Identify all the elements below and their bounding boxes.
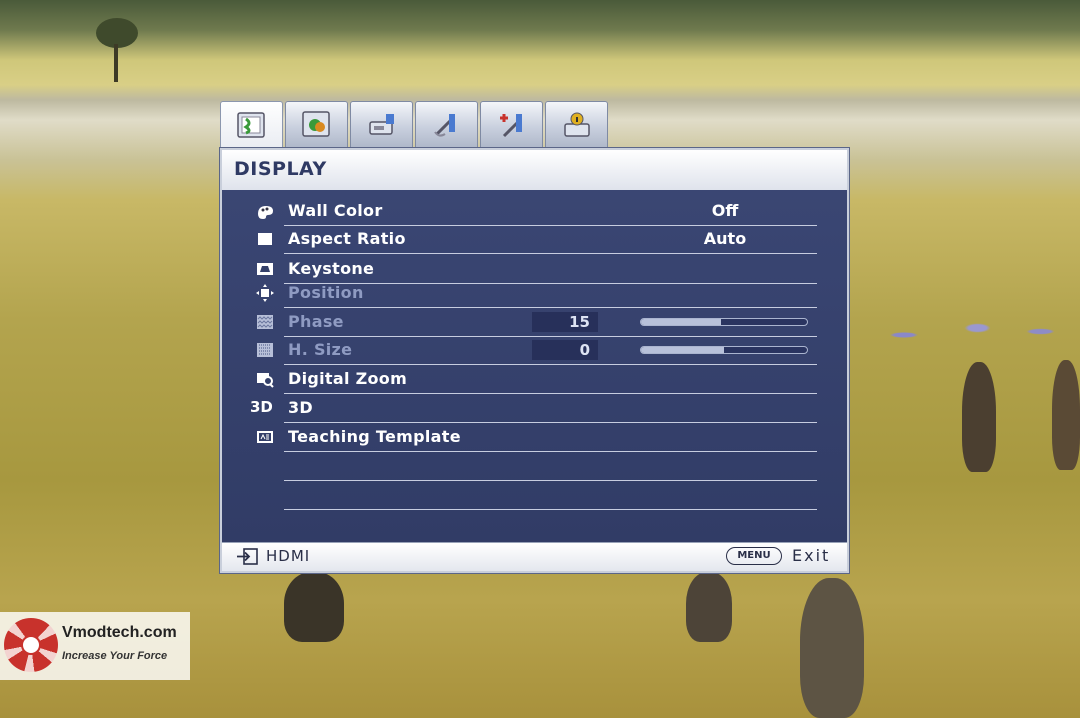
tab-system-setup-basic[interactable] (415, 101, 478, 148)
menu-item-label: Position (288, 283, 364, 302)
source-settings-icon (368, 114, 394, 135)
row-divider (284, 307, 817, 308)
wall-color-icon (258, 206, 273, 219)
background-tree-trunk (114, 44, 118, 82)
phase-slider (640, 318, 808, 326)
row-divider (284, 253, 817, 254)
watermark: Vmodtech.com Increase Your Force (0, 612, 190, 680)
h-size-value: 0 (532, 340, 598, 360)
menu-list: Wall Color Off Aspect Ratio Auto Keyston… (222, 190, 847, 543)
empty-row-divider (284, 509, 817, 510)
menu-header: DISPLAY (222, 150, 847, 191)
menu-item-3d[interactable]: 3D 3D (250, 395, 817, 423)
menu-item-label: Aspect Ratio (288, 229, 406, 248)
osd-display-menu: DISPLAY Wall Color Off Aspect Ratio Auto (220, 148, 849, 573)
menu-item-phase: Phase 15 (252, 309, 817, 337)
background-figure (1052, 360, 1080, 470)
menu-item-label: Digital Zoom (288, 369, 408, 388)
tab-system-setup-advanced[interactable] (480, 101, 543, 148)
phase-icon (257, 315, 273, 329)
system-setup-basic-icon (433, 114, 455, 137)
menu-item-label: H. Size (288, 340, 353, 359)
row-divider (284, 451, 817, 452)
digital-zoom-icon (257, 373, 274, 388)
row-divider (284, 364, 817, 365)
menu-button[interactable]: MENU (726, 547, 782, 565)
menu-item-value: Off (711, 201, 739, 220)
menu-item-h-size: H. Size 0 (252, 337, 817, 365)
watermark-logo-icon (4, 618, 58, 672)
menu-item-label: Phase (288, 312, 344, 331)
display-settings-icon (236, 111, 265, 138)
row-divider (284, 393, 817, 394)
menu-item-wall-color[interactable]: Wall Color Off (252, 198, 817, 226)
watermark-site: Vmodtech.com (62, 624, 177, 641)
menu-footer: HDMI MENU Exit (222, 542, 847, 571)
menu-item-label: Teaching Template (288, 427, 461, 446)
row-divider (284, 422, 817, 423)
background-figure (686, 572, 732, 642)
osd-tab-bar (220, 101, 608, 149)
page-title: DISPLAY (234, 158, 327, 180)
picture-settings-icon (301, 111, 330, 137)
menu-item-teaching-template[interactable]: Teaching Template (252, 424, 817, 452)
position-icon (256, 284, 274, 302)
tab-information[interactable] (545, 101, 608, 148)
keystone-icon (257, 263, 273, 275)
tab-source[interactable] (350, 101, 413, 148)
source-input-icon (237, 548, 258, 565)
menu-item-label: Keystone (288, 259, 375, 278)
menu-item-digital-zoom[interactable]: Digital Zoom (252, 366, 817, 394)
slider-fill (641, 347, 724, 353)
phase-value: 15 (532, 312, 598, 332)
background-flowers (862, 300, 1072, 370)
tab-display[interactable] (220, 101, 283, 149)
background-figure (284, 572, 344, 642)
teaching-template-icon (257, 431, 273, 443)
watermark-tagline: Increase Your Force (62, 650, 168, 662)
information-icon (563, 112, 590, 137)
3d-icon: 3D (250, 398, 273, 416)
menu-item-label: 3D (288, 398, 314, 417)
aspect-ratio-icon (258, 233, 272, 245)
menu-item-value: Auto (703, 229, 747, 248)
h-size-slider (640, 346, 808, 354)
background-figure (800, 578, 864, 718)
empty-row-divider (284, 480, 817, 481)
exit-label: Exit (792, 546, 831, 565)
current-source: HDMI (266, 547, 311, 565)
menu-item-label: Wall Color (288, 201, 383, 220)
menu-item-position: Position (252, 280, 817, 308)
tab-picture[interactable] (285, 101, 348, 148)
background-figure (962, 362, 996, 472)
slider-fill (641, 319, 721, 325)
h-size-icon (257, 343, 273, 357)
system-setup-advanced-icon (499, 114, 522, 138)
menu-item-aspect-ratio[interactable]: Aspect Ratio Auto (252, 226, 817, 254)
